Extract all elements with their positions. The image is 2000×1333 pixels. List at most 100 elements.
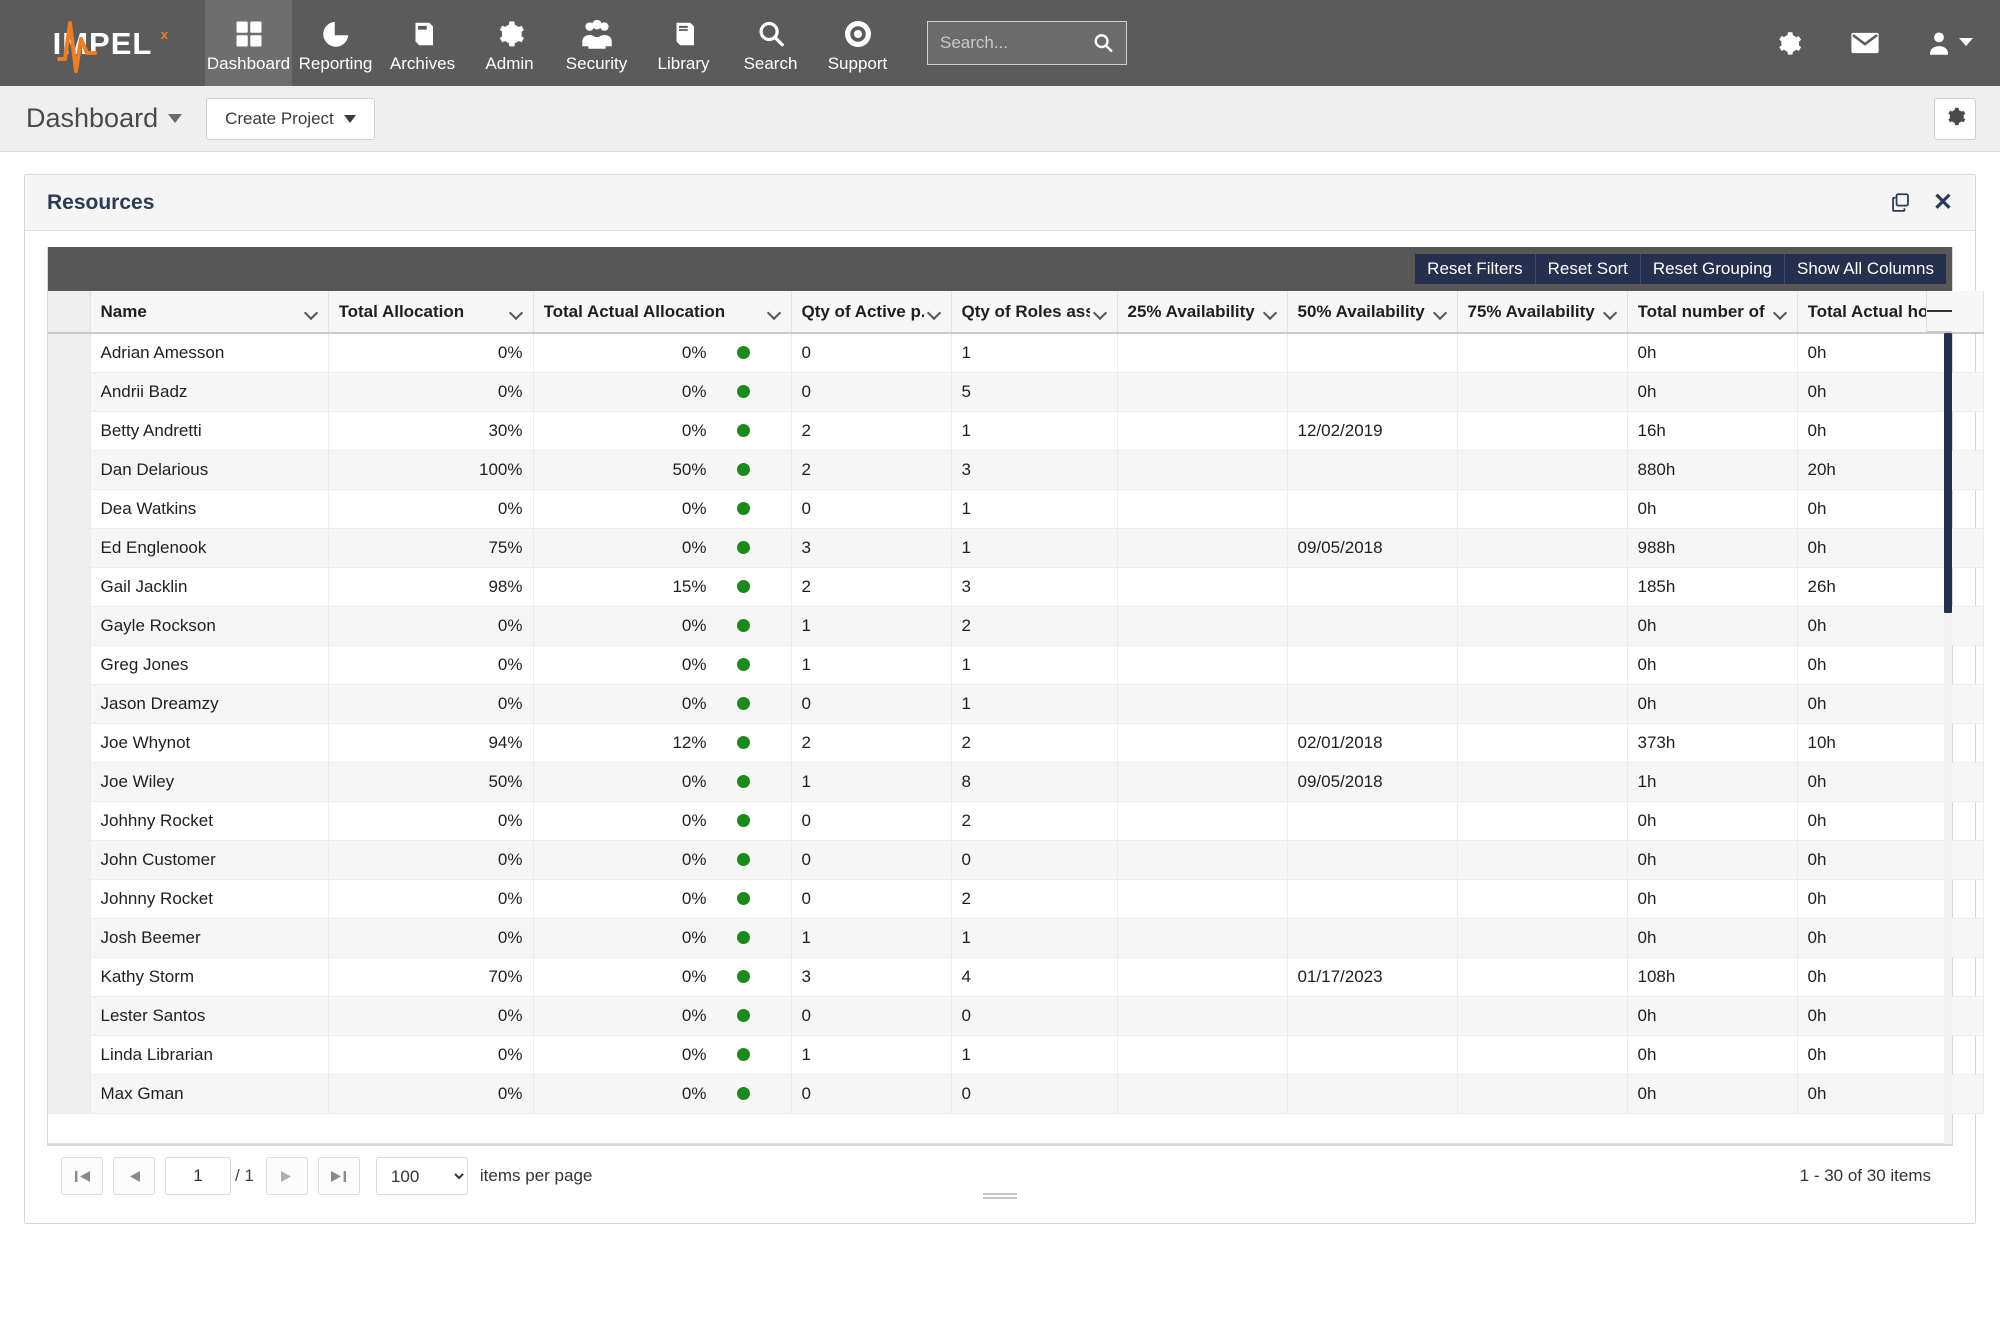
row-select-cell[interactable] bbox=[48, 684, 91, 724]
hamburger-menu-icon[interactable] bbox=[1926, 291, 1952, 333]
table-row[interactable]: Linda Librarian 0% 0% 1 1 0h 0h bbox=[48, 1035, 1984, 1075]
table-row[interactable]: Dan Delarious 100% 50% 2 3 880h 20h bbox=[48, 450, 1984, 490]
page-number-input[interactable] bbox=[165, 1157, 231, 1195]
table-row[interactable]: Greg Jones 0% 0% 1 1 0h 0h bbox=[48, 645, 1984, 685]
create-project-button[interactable]: Create Project bbox=[206, 97, 375, 140]
row-select-cell[interactable] bbox=[48, 528, 91, 568]
scrollbar-thumb[interactable] bbox=[1944, 333, 1952, 613]
table-row[interactable]: Gail Jacklin 98% 15% 2 3 185h 26h bbox=[48, 567, 1984, 607]
cell-total_actual_allocation: 0% bbox=[533, 645, 792, 685]
table-header-name[interactable]: Name bbox=[90, 291, 329, 334]
first-page-icon[interactable] bbox=[61, 1157, 103, 1195]
search-input[interactable]: Search... bbox=[927, 21, 1127, 65]
table-row[interactable]: John Customer 0% 0% 0 0 0h 0h bbox=[48, 840, 1984, 880]
table-row[interactable]: Josh Beemer 0% 0% 1 1 0h 0h bbox=[48, 918, 1984, 958]
table-row[interactable]: Ed Englenook 75% 0% 3 1 09/05/2018 988h 0h bbox=[48, 528, 1984, 568]
row-select-cell[interactable] bbox=[48, 918, 91, 958]
allocation-value: 0% bbox=[681, 342, 707, 362]
row-select-cell[interactable] bbox=[48, 1074, 91, 1114]
nav-item-library[interactable]: Library bbox=[640, 0, 727, 86]
nav-item-security[interactable]: Security bbox=[553, 0, 640, 86]
row-select-cell[interactable] bbox=[48, 762, 91, 802]
table-row[interactable]: Betty Andretti 30% 0% 2 1 12/02/2019 16h 0h bbox=[48, 411, 1984, 451]
prev-page-icon[interactable] bbox=[113, 1157, 155, 1195]
chevron-down-icon[interactable] bbox=[1604, 308, 1617, 316]
row-select-cell[interactable] bbox=[48, 1035, 91, 1075]
column-header-label: Total Allocation bbox=[338, 301, 465, 321]
nav-item-support[interactable]: Support bbox=[814, 0, 901, 86]
chevron-down-icon[interactable] bbox=[1434, 308, 1447, 316]
chevron-down-icon[interactable] bbox=[510, 308, 523, 316]
reset-sort-button[interactable]: Reset Sort bbox=[1536, 254, 1641, 284]
row-select-cell[interactable] bbox=[48, 645, 91, 685]
last-page-icon[interactable] bbox=[317, 1157, 360, 1195]
mail-envelope-icon[interactable] bbox=[1850, 31, 1880, 55]
table-header-select[interactable] bbox=[48, 291, 91, 334]
nav-item-archives[interactable]: Archives bbox=[379, 0, 466, 86]
chevron-down-icon[interactable] bbox=[1264, 308, 1277, 316]
table-header-avail50[interactable]: 50% Availability . bbox=[1287, 291, 1458, 334]
resize-grip[interactable] bbox=[983, 1191, 1017, 1201]
table-row[interactable]: Joe Whynot 94% 12% 2 2 02/01/2018 373h 10h bbox=[48, 723, 1984, 763]
table-row[interactable]: Johhny Rocket 0% 0% 0 2 0h 0h bbox=[48, 801, 1984, 841]
settings-gear-icon[interactable] bbox=[1775, 30, 1802, 57]
row-select-cell[interactable] bbox=[48, 840, 91, 880]
nav-item-reporting[interactable]: Reporting bbox=[292, 0, 379, 86]
table-header-total_actual_hours[interactable]: Total Actual hou... bbox=[1797, 291, 1984, 334]
row-select-cell[interactable] bbox=[48, 567, 91, 607]
table-header-total_actual_allocation[interactable]: Total Actual Allocation bbox=[533, 291, 792, 334]
page-size-select[interactable]: 102050100 bbox=[375, 1157, 468, 1195]
table-row[interactable]: Kathy Storm 70% 0% 3 4 01/17/2023 108h 0h bbox=[48, 957, 1984, 997]
table-header-avail25[interactable]: 25% Availability . bbox=[1117, 291, 1288, 334]
row-select-cell[interactable] bbox=[48, 801, 91, 841]
row-select-cell[interactable] bbox=[48, 489, 91, 529]
table-header-qty_roles[interactable]: Qty of Roles ass. bbox=[951, 291, 1118, 334]
table-row[interactable]: Max Gman 0% 0% 0 0 0h 0h bbox=[48, 1074, 1984, 1114]
chevron-down-icon[interactable] bbox=[305, 308, 318, 316]
chevron-down-icon[interactable] bbox=[1774, 308, 1787, 316]
page-title-dropdown[interactable]: Dashboard bbox=[26, 103, 183, 134]
row-select-cell[interactable] bbox=[48, 879, 91, 919]
cell-avail25 bbox=[1117, 723, 1288, 763]
chevron-down-icon[interactable] bbox=[768, 308, 781, 316]
table-row[interactable]: Andrii Badz 0% 0% 0 5 0h 0h bbox=[48, 372, 1984, 412]
row-select-cell[interactable] bbox=[48, 450, 91, 490]
table-header-avail75[interactable]: 75% Availability . bbox=[1457, 291, 1628, 334]
app-logo[interactable]: IMPEL x bbox=[0, 0, 205, 86]
user-account-icon[interactable] bbox=[1928, 31, 1974, 55]
table-header-total_hours[interactable]: Total number of bbox=[1627, 291, 1798, 334]
show-all-columns-button[interactable]: Show All Columns bbox=[1785, 254, 1946, 284]
close-icon[interactable]: ✕ bbox=[1933, 190, 1953, 215]
reset-filters-button[interactable]: Reset Filters bbox=[1415, 254, 1536, 284]
grid-vertical-scrollbar[interactable] bbox=[1944, 333, 1952, 1144]
cell-total_allocation: 0% bbox=[328, 1074, 534, 1114]
row-select-cell[interactable] bbox=[48, 723, 91, 763]
table-row[interactable]: Gayle Rockson 0% 0% 1 2 0h 0h bbox=[48, 606, 1984, 646]
next-page-icon[interactable] bbox=[265, 1157, 308, 1195]
table-row[interactable]: Jason Dreamzy 0% 0% 0 1 0h 0h bbox=[48, 684, 1984, 724]
row-select-cell[interactable] bbox=[48, 411, 91, 451]
table-row[interactable]: Johnny Rocket 0% 0% 0 2 0h 0h bbox=[48, 879, 1984, 919]
copy-icon[interactable] bbox=[1890, 192, 1911, 213]
table-header-qty_active[interactable]: Qty of Active p. bbox=[791, 291, 952, 334]
reset-grouping-button[interactable]: Reset Grouping bbox=[1641, 254, 1785, 284]
row-select-cell[interactable] bbox=[48, 333, 91, 373]
row-select-cell[interactable] bbox=[48, 957, 91, 997]
row-select-cell[interactable] bbox=[48, 606, 91, 646]
page-settings-button[interactable] bbox=[1934, 98, 1976, 140]
row-select-cell[interactable] bbox=[48, 372, 91, 412]
row-select-cell[interactable] bbox=[48, 996, 91, 1036]
table-row[interactable]: Adrian Amesson 0% 0% 0 1 0h 0h bbox=[48, 333, 1984, 373]
table-row[interactable]: Joe Wiley 50% 0% 1 8 09/05/2018 1h 0h bbox=[48, 762, 1984, 802]
chevron-down-icon[interactable] bbox=[928, 308, 941, 316]
search-icon[interactable] bbox=[1092, 32, 1114, 54]
chevron-down-icon[interactable] bbox=[1094, 308, 1107, 316]
cell-qty_roles: 1 bbox=[951, 918, 1118, 958]
nav-item-dashboard[interactable]: Dashboard bbox=[205, 0, 292, 86]
table-row[interactable]: Lester Santos 0% 0% 0 0 0h 0h bbox=[48, 996, 1984, 1036]
table-row[interactable]: Dea Watkins 0% 0% 0 1 0h 0h bbox=[48, 489, 1984, 529]
nav-item-admin[interactable]: Admin bbox=[466, 0, 553, 86]
cell-total_actual_hours: 0h bbox=[1797, 1035, 1984, 1075]
nav-item-search[interactable]: Search bbox=[727, 0, 814, 86]
table-header-total_allocation[interactable]: Total Allocation bbox=[328, 291, 534, 334]
